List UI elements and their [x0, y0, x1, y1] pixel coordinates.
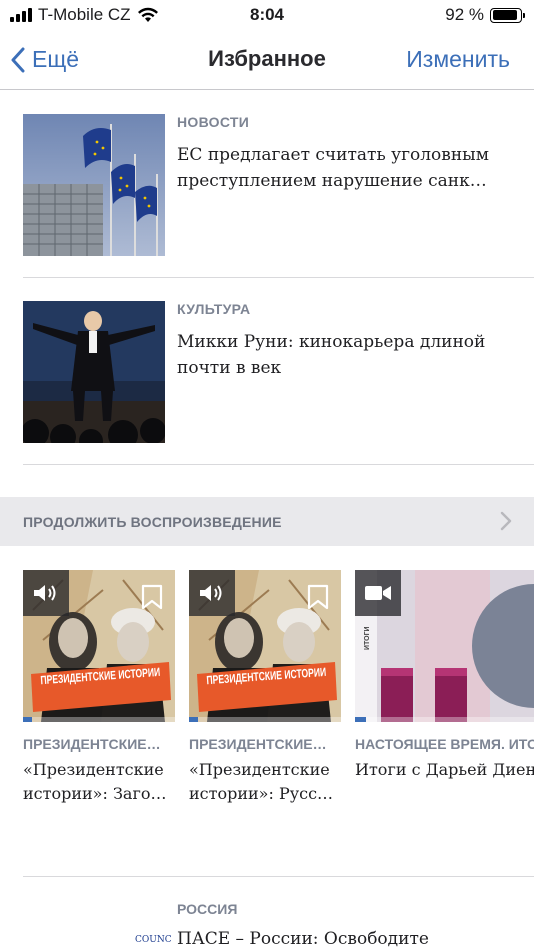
audio-badge [189, 570, 235, 616]
playback-title: «Президентские истории»: Русс… [189, 760, 334, 803]
back-label: Ещё [32, 46, 80, 72]
playback-thumbnail: ПРЕЗИДЕНТСКИЕ ИСТОРИИ [23, 570, 175, 722]
playback-title: «Президентские истории»: Заго… [23, 760, 167, 803]
continue-playback-header[interactable]: ПРОДОЛЖИТЬ ВОСПРОИЗВЕДЕНИЕ [0, 497, 534, 546]
speaker-icon [200, 585, 222, 601]
battery-percent: 92 % [445, 5, 484, 24]
playback-thumbnail: ИТОГИ [355, 570, 534, 722]
chevron-right-icon [500, 511, 512, 531]
article-thumbnail [23, 114, 165, 256]
playback-progress [189, 717, 341, 722]
chevron-left-icon [11, 47, 25, 72]
article-category: РОССИЯ [177, 901, 238, 917]
playback-category: ПРЕЗИДЕНТСКИЕ… [23, 736, 161, 752]
navigation-bar: Ещё Избранное Изменить [0, 32, 534, 90]
stage-performer-photo-icon [23, 301, 165, 443]
playback-category: НАСТОЯЩЕЕ ВРЕМЯ. ИТОГИ [355, 736, 534, 752]
article-title: Микки Руни: кинокарьера длиной почти в в… [177, 332, 486, 378]
article-thumbnail [23, 301, 165, 443]
status-bar: T-Mobile CZ 8:04 92 % [0, 0, 534, 32]
back-button[interactable]: Ещё [10, 46, 79, 73]
playback-progress [355, 717, 534, 722]
article-title: ПАСЕ – России: Освободите [177, 929, 429, 949]
playback-title: Итоги с Дарьей Диен [355, 760, 534, 779]
playback-card[interactable]: ПРЕЗИДЕНТСКИЕ ИСТОРИИ ПРЕЗИДЕНТСКИЕ… «Пр… [189, 570, 341, 806]
playback-progress [23, 717, 175, 722]
article-category: НОВОСТИ [177, 114, 250, 130]
video-camera-icon [365, 586, 391, 600]
article-item[interactable]: КУЛЬТУРА Микки Руни: кинокарьера длиной … [23, 279, 534, 465]
battery-level [492, 10, 518, 20]
playback-progress-fill [23, 717, 33, 722]
bookmark-icon[interactable] [141, 584, 163, 610]
continue-playback-label: ПРОДОЛЖИТЬ ВОСПРОИЗВЕДЕНИЕ [23, 514, 282, 530]
video-badge [355, 570, 401, 616]
article-item[interactable]: COUNC РОССИЯ ПАСЕ – России: Освободите [23, 877, 534, 950]
playback-category: ПРЕЗИДЕНТСКИЕ… [189, 736, 327, 752]
playback-card[interactable]: ИТОГИ НАСТОЯЩЕЕ ВРЕМЯ. ИТОГИ Итоги с Дар… [355, 570, 534, 782]
playback-thumbnail: ПРЕЗИДЕНТСКИЕ ИСТОРИИ [189, 570, 341, 722]
status-right: 92 % [445, 5, 525, 25]
battery-icon [490, 7, 525, 23]
article-thumbnail-logo: COUNC [135, 935, 172, 945]
article-category: КУЛЬТУРА [177, 301, 251, 317]
cover-title-text: ИТОГИ [364, 626, 371, 650]
article-item[interactable]: НОВОСТИ ЕС предлагает считать уголовным … [23, 92, 534, 278]
speaker-icon [34, 585, 56, 601]
playback-progress-fill [355, 717, 366, 722]
eu-flags-photo-icon [23, 114, 165, 256]
bookmark-icon[interactable] [307, 584, 329, 610]
audio-badge [23, 570, 69, 616]
playback-progress-fill [189, 717, 199, 722]
article-title: ЕС предлагает считать уголовным преступл… [177, 145, 489, 191]
playback-card[interactable]: ПРЕЗИДЕНТСКИЕ ИСТОРИИ ПРЕЗИДЕНТСКИЕ… «Пр… [23, 570, 175, 806]
edit-button[interactable]: Изменить [406, 46, 510, 73]
